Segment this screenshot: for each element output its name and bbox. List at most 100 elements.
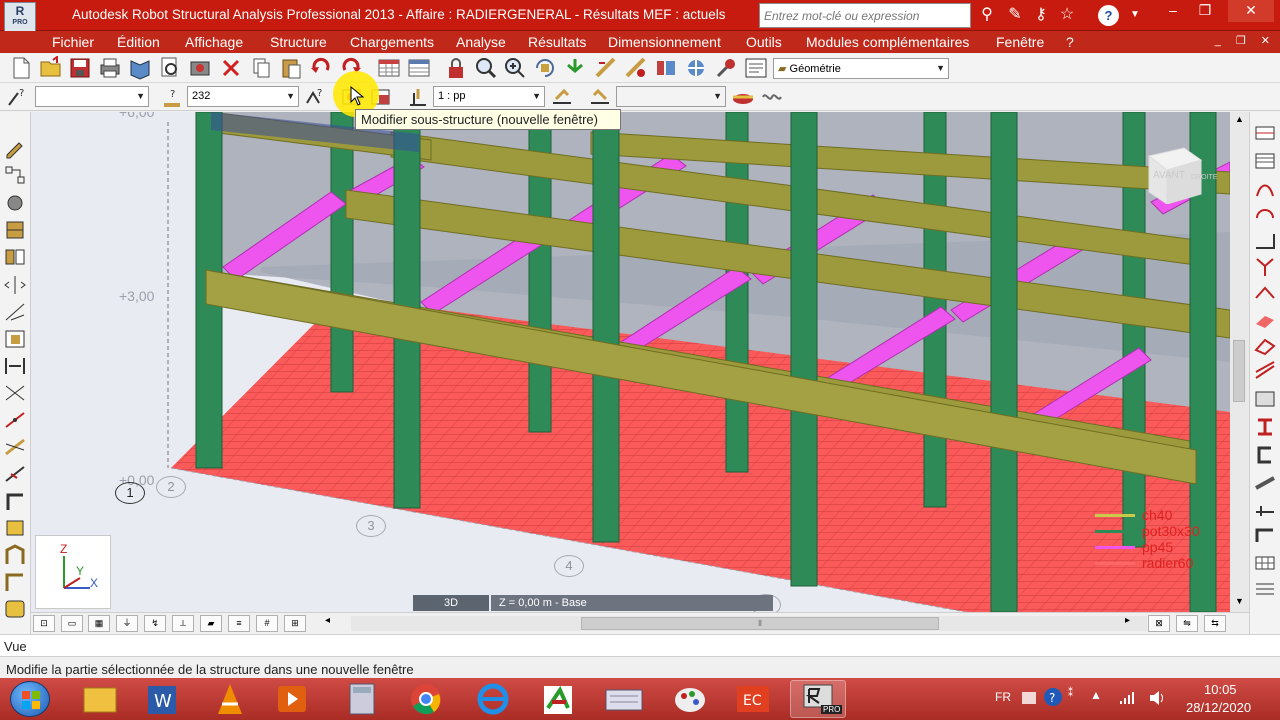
section-icon[interactable] <box>1253 230 1277 252</box>
language-indicator[interactable]: FR <box>995 690 1011 704</box>
deformation-icon[interactable] <box>760 85 784 109</box>
robot-taskbar-app[interactable]: PRO <box>790 680 846 718</box>
menu-outils[interactable]: Outils <box>746 34 782 50</box>
bar-selection-icon[interactable]: ? <box>160 85 184 109</box>
display-releases-icon[interactable]: ⟂ <box>172 615 194 632</box>
display-sections-icon[interactable]: ▦ <box>88 615 110 632</box>
scale-icon[interactable] <box>3 301 27 323</box>
settings-wrench-icon[interactable] <box>714 56 738 80</box>
bar-selection-input[interactable]: 232 ▼ <box>187 86 299 107</box>
bar-sections-icon[interactable] <box>594 56 618 80</box>
mesh-icon[interactable] <box>1253 360 1277 382</box>
minimize-button[interactable]: – <box>1158 0 1188 22</box>
display-offsets-icon[interactable]: ≡ <box>228 615 250 632</box>
selection-pointer-icon[interactable]: ? <box>6 85 30 109</box>
corner-icon[interactable] <box>3 490 27 512</box>
zoom-window-icon[interactable] <box>474 56 498 80</box>
structure-library-icon[interactable] <box>3 598 27 620</box>
print-icon[interactable] <box>98 56 122 80</box>
releases-icon[interactable] <box>624 56 648 80</box>
tables-icon[interactable] <box>377 56 401 80</box>
zoom-page-icon[interactable] <box>158 56 182 80</box>
display-panels-icon[interactable]: ▰ <box>200 615 222 632</box>
menu-edition[interactable]: Édition <box>117 34 160 50</box>
viewport-horizontal-scrollbar[interactable]: ⦀ <box>351 616 1147 631</box>
word-icon[interactable]: W <box>134 680 190 718</box>
display-loads-icon[interactable]: ↯ <box>144 615 166 632</box>
divide-icon[interactable] <box>3 409 27 431</box>
wrench-icon[interactable]: ✎ <box>1004 4 1026 26</box>
3d-structure-viewport[interactable]: +6,00 +3,00 +0,00 1 2 3 4 5 AVANT DROITE… <box>31 112 1230 612</box>
save-icon[interactable] <box>68 56 92 80</box>
offset-icon[interactable] <box>3 328 27 350</box>
view-mode-select[interactable]: ▰ Géométrie ▼ <box>773 58 949 79</box>
table-properties-icon[interactable] <box>407 56 431 80</box>
plate-icon[interactable] <box>1253 308 1277 330</box>
pdf-tool-icon[interactable]: EC <box>725 680 781 718</box>
menu-affichage[interactable]: Affichage <box>185 34 243 50</box>
symmetry-icon[interactable] <box>3 274 27 296</box>
zoom-all-icon[interactable] <box>503 56 527 80</box>
undo-icon[interactable] <box>309 56 333 80</box>
display-nodes-icon[interactable]: ⊡ <box>33 615 55 632</box>
copy-icon[interactable] <box>249 56 273 80</box>
menu-fenetre[interactable]: Fenêtre <box>996 34 1044 50</box>
view-layers-icon[interactable]: ⇆ <box>1204 615 1226 632</box>
next-case-icon[interactable] <box>588 85 612 109</box>
cladding-icon[interactable] <box>1253 388 1277 410</box>
menu-dimensionnement[interactable]: Dimensionnement <box>608 34 721 50</box>
keyword-search-input[interactable]: Entrez mot-clé ou expression <box>759 3 971 28</box>
layouts-icon[interactable] <box>744 56 768 80</box>
tray-dots-icon[interactable]: ⁑ <box>1068 688 1073 699</box>
intersect-icon[interactable] <box>3 436 27 458</box>
mirror-icon[interactable] <box>3 246 27 268</box>
view-cube[interactable]: AVANT DROITE <box>1139 134 1217 205</box>
fork-icon[interactable] <box>1253 256 1277 278</box>
menu-analyse[interactable]: Analyse <box>456 34 506 50</box>
clock-date[interactable]: 28/12/2020 <box>1186 700 1251 715</box>
mdi-window-controls[interactable]: _ ❐ ✕ <box>1215 34 1276 47</box>
structure-scene[interactable] <box>31 112 1230 612</box>
help-tray-icon[interactable]: ? <box>1043 687 1063 707</box>
move-nodes-icon[interactable] <box>3 164 27 186</box>
gable-icon[interactable] <box>1253 498 1277 520</box>
panel-icon[interactable] <box>1253 282 1277 304</box>
trim-icon[interactable] <box>3 382 27 404</box>
start-button[interactable] <box>10 681 50 717</box>
extra-select[interactable]: ▼ <box>616 86 726 107</box>
loads-icon[interactable] <box>684 56 708 80</box>
menu-chargements[interactable]: Chargements <box>350 34 434 50</box>
menu-resultats[interactable]: Résultats <box>528 34 586 50</box>
help-dropdown-icon[interactable]: ▼ <box>1124 4 1146 26</box>
help-button[interactable]: ? <box>1098 5 1119 26</box>
results-map-icon[interactable] <box>731 85 755 109</box>
menu-modules[interactable]: Modules complémentaires <box>806 34 969 50</box>
curve-icon[interactable] <box>1253 178 1277 200</box>
delete-icon[interactable] <box>219 56 243 80</box>
load-case-select[interactable]: 1 : pp ▼ <box>433 86 545 107</box>
section-i-icon[interactable] <box>1253 416 1277 438</box>
bars-icon[interactable] <box>1253 150 1277 172</box>
paste-icon[interactable] <box>279 56 303 80</box>
vertex-icon[interactable] <box>3 517 27 539</box>
edit-pen-icon[interactable] <box>3 137 27 159</box>
supports-icon[interactable] <box>563 56 587 80</box>
load-case-icon[interactable] <box>406 85 430 109</box>
scroll-down-icon[interactable]: ▼ <box>1235 596 1244 606</box>
viewport-vertical-scrollbar[interactable]: ▲ ▼ <box>1230 112 1249 612</box>
rotate-view-icon[interactable] <box>533 56 557 80</box>
maximize-button[interactable]: ❐ <box>1190 0 1220 22</box>
rotate-object-icon[interactable] <box>3 192 27 214</box>
grid-lines-icon[interactable] <box>1253 578 1277 600</box>
scroll-thumb[interactable] <box>1233 340 1245 402</box>
show-hidden-icons-icon[interactable]: ▲ <box>1090 688 1102 702</box>
display-supports-icon[interactable]: ⏚ <box>116 615 138 632</box>
star-icon[interactable]: ☆ <box>1056 4 1078 26</box>
vlc-icon[interactable] <box>202 680 258 718</box>
display-grid-icon[interactable]: ⊞ <box>284 615 306 632</box>
work-plane-tab[interactable]: Z = 0,00 m - Base <box>491 595 773 611</box>
screen-capture-icon[interactable] <box>188 56 212 80</box>
print-preview-icon[interactable] <box>128 56 152 80</box>
paint-icon[interactable] <box>662 680 718 718</box>
robot-app-icon[interactable]: R PRO <box>4 2 36 32</box>
